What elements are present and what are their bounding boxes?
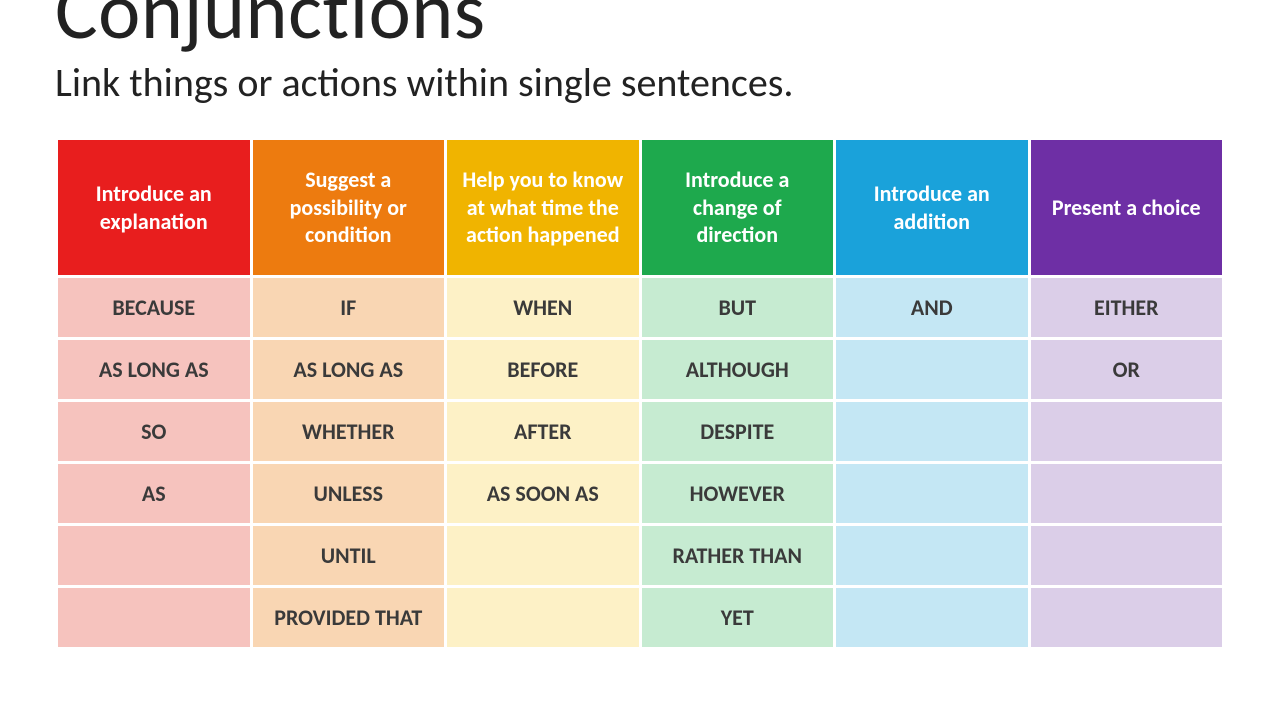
column-header: Introduce an explanation	[57, 139, 252, 277]
table-row: as long as as long as before although or	[57, 339, 1224, 401]
cell: as	[57, 463, 252, 525]
cell: before	[446, 339, 641, 401]
cell: until	[251, 525, 446, 587]
page-subtitle: Link things or actions within single sen…	[55, 58, 1225, 107]
column-header: Introduce a change of direction	[640, 139, 835, 277]
cell: yet	[640, 587, 835, 649]
cell	[835, 339, 1030, 401]
cell: however	[640, 463, 835, 525]
cell	[835, 587, 1030, 649]
cell	[1029, 401, 1224, 463]
cell: as long as	[57, 339, 252, 401]
cell: so	[57, 401, 252, 463]
table-row: provided that yet	[57, 587, 1224, 649]
cell: when	[446, 277, 641, 339]
cell	[1029, 525, 1224, 587]
table-row: because if when but and either	[57, 277, 1224, 339]
cell: unless	[251, 463, 446, 525]
table-row: as unless as soon as however	[57, 463, 1224, 525]
cell	[1029, 587, 1224, 649]
cell: and	[835, 277, 1030, 339]
cell	[57, 587, 252, 649]
table-body: because if when but and either as long a…	[57, 277, 1224, 649]
cell	[57, 525, 252, 587]
cell: provided that	[251, 587, 446, 649]
column-header: Suggest a possibility or condition	[251, 139, 446, 277]
slide: Conjunctions Link things or actions with…	[0, 0, 1280, 650]
table-row: so whether after despite	[57, 401, 1224, 463]
cell	[446, 525, 641, 587]
cell: after	[446, 401, 641, 463]
cell: as soon as	[446, 463, 641, 525]
cell	[835, 401, 1030, 463]
cell	[835, 463, 1030, 525]
cell: if	[251, 277, 446, 339]
cell	[1029, 463, 1224, 525]
cell: despite	[640, 401, 835, 463]
cell: but	[640, 277, 835, 339]
table-header-row: Introduce an explanation Suggest a possi…	[57, 139, 1224, 277]
column-header: Present a choice	[1029, 139, 1224, 277]
table-row: until rather than	[57, 525, 1224, 587]
cell: either	[1029, 277, 1224, 339]
column-header: Introduce an addition	[835, 139, 1030, 277]
page-title: Conjunctions	[55, 0, 1225, 52]
cell: although	[640, 339, 835, 401]
cell: or	[1029, 339, 1224, 401]
cell	[446, 587, 641, 649]
cell: rather than	[640, 525, 835, 587]
conjunctions-table: Introduce an explanation Suggest a possi…	[55, 137, 1225, 650]
cell	[835, 525, 1030, 587]
cell: because	[57, 277, 252, 339]
column-header: Help you to know at what time the action…	[446, 139, 641, 277]
cell: whether	[251, 401, 446, 463]
cell: as long as	[251, 339, 446, 401]
